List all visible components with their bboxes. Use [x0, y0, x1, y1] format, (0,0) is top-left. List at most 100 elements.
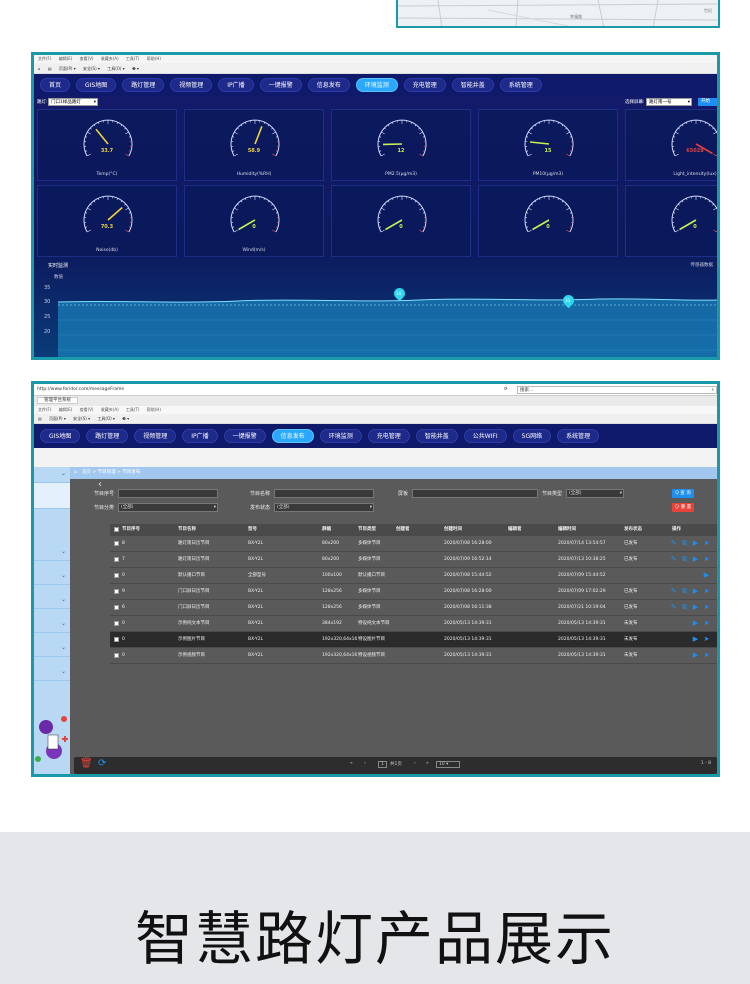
- page-size-select[interactable]: 10 ▾: [436, 761, 460, 768]
- query-button[interactable]: Q 查 询: [672, 489, 694, 498]
- toolbar-page[interactable]: 页面(P) ▾: [49, 416, 66, 421]
- sidebar-item[interactable]: ⌄: [34, 569, 70, 585]
- table-row[interactable]: 0 默认播口节目 全部型号 100x100 默认播口节目 2020/07/08 15:44…: [110, 568, 717, 584]
- table-row[interactable]: 0 示例视频节目 BX-Y2L 192x320,64x16 特设视频节目 2020/05/…: [110, 648, 717, 664]
- nav-manhole[interactable]: 智能井盖: [415, 429, 458, 443]
- col-size[interactable]: 屏幅: [322, 524, 331, 536]
- table-row[interactable]: 0 示例图片节目 BX-Y2L 192x320,64x16 特设图片节目 2020/05/…: [110, 632, 717, 648]
- col-creator[interactable]: 创建者: [396, 524, 410, 536]
- sidebar-item-active[interactable]: [34, 483, 70, 509]
- nav-home[interactable]: 首页: [40, 78, 71, 92]
- edit-icon[interactable]: ✎: [669, 539, 678, 548]
- page-input[interactable]: 1: [378, 761, 387, 768]
- row-checkbox[interactable]: [114, 557, 119, 562]
- filter-type-select[interactable]: (全部) ▾: [566, 489, 624, 498]
- nav-streetlight[interactable]: 路灯管理: [86, 429, 129, 443]
- nav-gis-map[interactable]: GIS地图: [40, 429, 81, 443]
- nav-alarm[interactable]: 一键报警: [223, 429, 266, 443]
- filter-screen-input[interactable]: [412, 489, 538, 498]
- col-type[interactable]: 节目类型: [358, 524, 376, 536]
- toolbar-help[interactable]: ❷ ▾: [122, 416, 129, 421]
- copy-icon[interactable]: ⧉: [680, 539, 689, 548]
- print-icon[interactable]: ▤: [38, 416, 42, 421]
- table-row[interactable]: 6 门口屏日历节目 BX-Y2L 128x256 多媒体节目 2020/07/08 16:…: [110, 600, 717, 616]
- refresh-icon[interactable]: ⟳: [504, 384, 508, 396]
- sidebar-item[interactable]: ⌄: [34, 665, 70, 681]
- edit-icon[interactable]: ✎: [669, 587, 678, 596]
- copy-icon[interactable]: ⧉: [680, 587, 689, 596]
- edit-icon[interactable]: ✎: [669, 603, 678, 612]
- nav-environment[interactable]: 环境监测: [319, 429, 362, 443]
- copy-icon[interactable]: ⧉: [680, 555, 689, 564]
- next-page-icon[interactable]: ›: [414, 761, 416, 766]
- collapse-sidebar-icon[interactable]: ‹: [98, 479, 102, 490]
- col-no[interactable]: 节目序号: [122, 524, 140, 536]
- sidebar-item[interactable]: ⌄: [34, 641, 70, 657]
- filter-program-no-input[interactable]: [118, 489, 218, 498]
- start-button[interactable]: 开始: [698, 98, 717, 106]
- play-icon[interactable]: ▶: [702, 571, 711, 580]
- row-checkbox[interactable]: [114, 573, 119, 578]
- row-checkbox[interactable]: [114, 637, 119, 642]
- toolbar-tools[interactable]: 工具(O) ▾: [97, 416, 115, 421]
- nav-info-publish[interactable]: 信息发布: [307, 78, 350, 92]
- send-icon[interactable]: ➤: [702, 651, 711, 660]
- browser-tab[interactable]: 管理平台系统: [37, 397, 78, 404]
- nav-ip-broadcast[interactable]: IP广播: [218, 78, 254, 92]
- prev-page-icon[interactable]: ‹: [364, 761, 366, 766]
- nav-video[interactable]: 视频管理: [134, 429, 177, 443]
- select-all-checkbox[interactable]: [114, 527, 119, 532]
- toolbar-safety[interactable]: 安全(S) ▾: [83, 66, 100, 71]
- copy-icon[interactable]: ⧉: [680, 603, 689, 612]
- row-checkbox[interactable]: [114, 653, 119, 658]
- send-icon[interactable]: ➤: [702, 603, 711, 612]
- first-page-icon[interactable]: «: [350, 761, 353, 766]
- filter-category-select[interactable]: (全部) ▾: [118, 503, 218, 512]
- filter-status-select[interactable]: (全部) ▾: [274, 503, 374, 512]
- device-select[interactable]: 门口1样品路灯 ▾: [48, 98, 98, 106]
- menu-file[interactable]: 文件(F): [38, 56, 51, 61]
- refresh-icon[interactable]: ⟳: [98, 758, 106, 769]
- menu-help[interactable]: 帮助(H): [147, 407, 161, 412]
- sidebar-item[interactable]: ⌄: [34, 545, 70, 561]
- table-row[interactable]: 8 路灯南日历节目 BX-Y2L 80x200 多媒体节目 2020/07/08 16:2…: [110, 536, 717, 552]
- url-text[interactable]: http://www.foridor.com/messageFrame: [37, 387, 124, 392]
- screen-select[interactable]: 路灯南一号 ▾: [646, 98, 692, 106]
- toolbar-tools[interactable]: 工具(O) ▾: [107, 66, 125, 71]
- toolbar-safety[interactable]: 安全(S) ▾: [73, 416, 90, 421]
- col-status[interactable]: 发布状态: [624, 524, 642, 536]
- send-icon[interactable]: ➤: [702, 555, 711, 564]
- last-page-icon[interactable]: »: [426, 761, 429, 766]
- col-model[interactable]: 型号: [248, 524, 257, 536]
- nav-charging[interactable]: 充电管理: [367, 429, 410, 443]
- menu-edit[interactable]: 编辑(E): [59, 56, 73, 61]
- send-icon[interactable]: ➤: [702, 587, 711, 596]
- table-row[interactable]: 0 示例纯文本节目 BX-Y2L 384x192 特设纯文本节目 2020/05/13 1…: [110, 616, 717, 632]
- nav-ip-broadcast[interactable]: IP广播: [182, 429, 218, 443]
- nav-info-publish[interactable]: 信息发布: [271, 429, 314, 443]
- menu-edit[interactable]: 编辑(E): [59, 407, 73, 412]
- send-icon[interactable]: ➤: [702, 635, 711, 644]
- row-checkbox[interactable]: [114, 589, 119, 594]
- table-row[interactable]: 7 路灯南日历节目 BX-Y2L 80x200 多媒体节目 2020/07/09 16:5…: [110, 552, 717, 568]
- nav-charging[interactable]: 充电管理: [403, 78, 446, 92]
- nav-alarm[interactable]: 一键报警: [259, 78, 302, 92]
- print-icon[interactable]: ▤: [48, 66, 52, 71]
- send-icon[interactable]: ➤: [702, 619, 711, 628]
- filter-program-name-input[interactable]: [274, 489, 374, 498]
- menu-view[interactable]: 查看(V): [80, 56, 94, 61]
- play-icon[interactable]: ▶: [691, 651, 700, 660]
- menu-favorites[interactable]: 收藏夹(A): [101, 56, 119, 61]
- sidebar-item[interactable]: ⌄: [34, 467, 70, 483]
- edit-icon[interactable]: ✎: [669, 555, 678, 564]
- sidebar-item[interactable]: ⌄: [34, 617, 70, 633]
- browser-search-input[interactable]: 搜索... ⌕: [517, 386, 717, 394]
- row-checkbox[interactable]: [114, 605, 119, 610]
- play-icon[interactable]: ▶: [691, 619, 700, 628]
- menu-tools[interactable]: 工具(T): [126, 56, 140, 61]
- home-icon[interactable]: ⌂: [74, 467, 77, 479]
- toolbar-help[interactable]: ❷ ▾: [132, 66, 139, 71]
- delete-icon[interactable]: 🗑: [80, 758, 93, 769]
- nav-system[interactable]: 系统管理: [499, 78, 542, 92]
- nav-streetlight[interactable]: 路灯管理: [122, 78, 165, 92]
